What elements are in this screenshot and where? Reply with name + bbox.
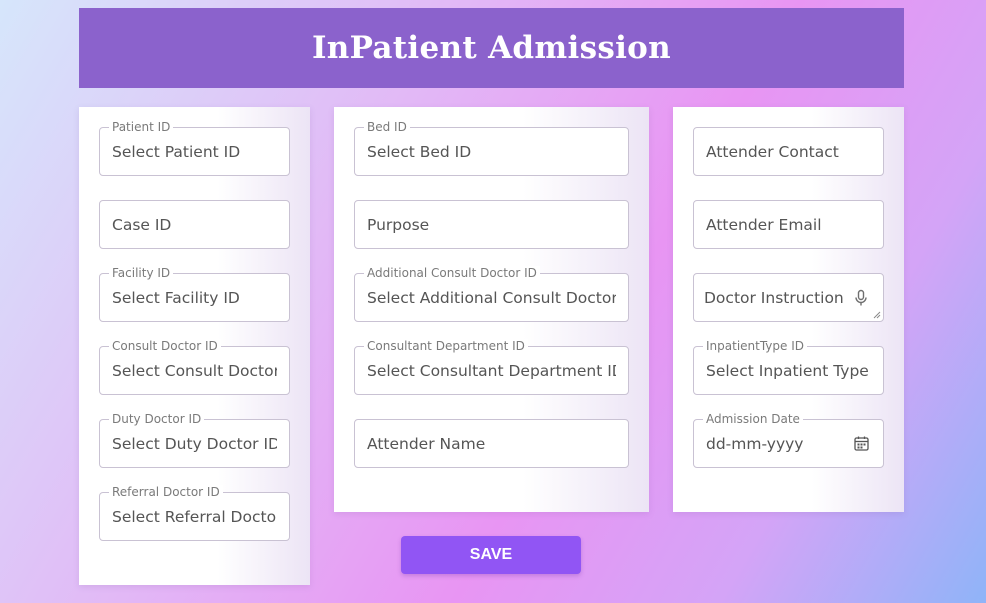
purpose-field[interactable]: Purpose — [354, 200, 629, 249]
duty-doctor-id-select[interactable]: Duty Doctor ID Select Duty Doctor ID — [99, 412, 290, 468]
microphone-icon[interactable] — [853, 289, 869, 307]
bed-id-select[interactable]: Bed ID Select Bed ID — [354, 120, 629, 176]
patient-id-placeholder: Select Patient ID — [112, 143, 241, 161]
referral-doctor-id-placeholder: Select Referral Doctor ID — [112, 508, 277, 526]
consult-doctor-id-placeholder: Select Consult Doctor ID — [112, 362, 277, 380]
attender-email-placeholder: Attender Email — [706, 216, 822, 234]
form-panel-left: Patient ID Select Patient ID Case ID Fac… — [79, 107, 310, 585]
inpatient-type-id-select[interactable]: InpatientType ID Select Inpatient Type I… — [693, 339, 884, 395]
attender-name-placeholder: Attender Name — [367, 435, 486, 453]
resize-handle-icon[interactable] — [873, 311, 881, 319]
form-panel-middle: Bed ID Select Bed ID Purpose Additional … — [334, 107, 649, 512]
facility-id-select[interactable]: Facility ID Select Facility ID — [99, 266, 290, 322]
attender-contact-placeholder: Attender Contact — [706, 143, 839, 161]
consultant-department-id-select[interactable]: Consultant Department ID Select Consulta… — [354, 339, 629, 395]
attender-contact-field[interactable]: Attender Contact — [693, 127, 884, 176]
save-button[interactable]: SAVE — [401, 536, 581, 574]
additional-consult-doctor-id-select[interactable]: Additional Consult Doctor ID Select Addi… — [354, 266, 629, 322]
duty-doctor-id-placeholder: Select Duty Doctor ID — [112, 435, 277, 453]
inpatient-type-id-placeholder: Select Inpatient Type ID — [706, 362, 871, 380]
doctor-instruction-textarea[interactable]: Doctor Instruction — [693, 273, 884, 322]
bed-id-placeholder: Select Bed ID — [367, 143, 472, 161]
consultant-department-id-placeholder: Select Consultant Department ID — [367, 362, 616, 380]
case-id-placeholder: Case ID — [112, 216, 172, 234]
admission-date-placeholder: dd-mm-yyyy — [706, 435, 804, 453]
facility-id-placeholder: Select Facility ID — [112, 289, 240, 307]
calendar-icon[interactable] — [854, 436, 869, 451]
consultant-department-id-label: Consultant Department ID — [364, 339, 528, 353]
facility-id-label: Facility ID — [109, 266, 174, 280]
attender-name-field[interactable]: Attender Name — [354, 419, 629, 468]
duty-doctor-id-label: Duty Doctor ID — [109, 412, 205, 426]
referral-doctor-id-label: Referral Doctor ID — [109, 485, 223, 499]
doctor-instruction-placeholder: Doctor Instruction — [704, 289, 844, 307]
form-panel-right: Attender Contact Attender Email Doctor I… — [673, 107, 904, 512]
purpose-placeholder: Purpose — [367, 216, 430, 234]
admission-date-field[interactable]: Admission Date dd-mm-yyyy — [693, 412, 884, 468]
additional-consult-doctor-id-placeholder: Select Additional Consult Doctor ID — [367, 289, 616, 307]
inpatient-type-id-label: InpatientType ID — [703, 339, 808, 353]
additional-consult-doctor-id-label: Additional Consult Doctor ID — [364, 266, 540, 280]
patient-id-select[interactable]: Patient ID Select Patient ID — [99, 120, 290, 176]
consult-doctor-id-select[interactable]: Consult Doctor ID Select Consult Doctor … — [99, 339, 290, 395]
referral-doctor-id-select[interactable]: Referral Doctor ID Select Referral Docto… — [99, 485, 290, 541]
consult-doctor-id-label: Consult Doctor ID — [109, 339, 221, 353]
case-id-field[interactable]: Case ID — [99, 200, 290, 249]
page-header: InPatient Admission — [79, 8, 904, 88]
page-title: InPatient Admission — [312, 30, 671, 66]
patient-id-label: Patient ID — [109, 120, 174, 134]
admission-date-label: Admission Date — [703, 412, 803, 426]
attender-email-field[interactable]: Attender Email — [693, 200, 884, 249]
bed-id-label: Bed ID — [364, 120, 410, 134]
